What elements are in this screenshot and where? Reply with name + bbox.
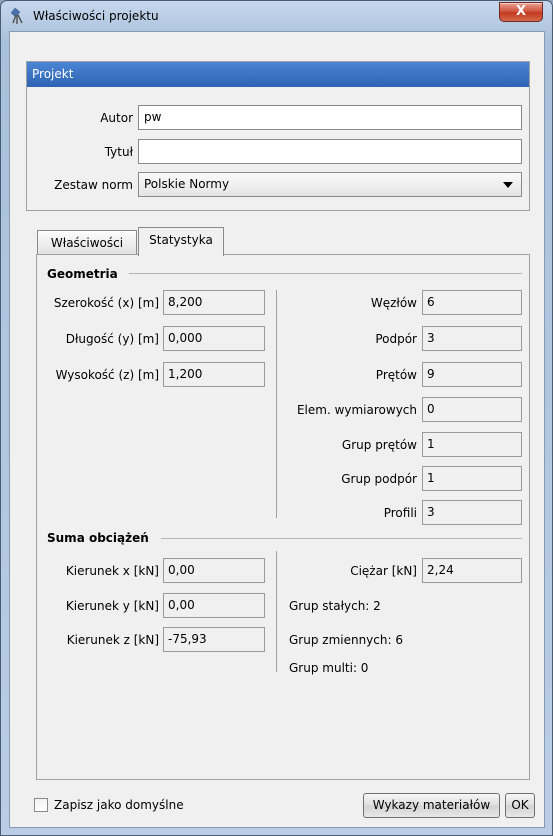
materials-button[interactable]: Wykazy materiałów xyxy=(363,793,500,818)
load-x-label: Kierunek x [kN] xyxy=(65,564,159,578)
width-label: Szerokość (x) [m] xyxy=(53,296,159,310)
width-value: 8,200 xyxy=(163,290,265,315)
load-y-label: Kierunek y [kN] xyxy=(65,599,159,613)
dialog-window: Właściwości projektu X Projekt Autor pw … xyxy=(0,0,553,836)
height-value: 1,200 xyxy=(163,362,265,387)
supports-value: 3 xyxy=(422,326,522,351)
weight-value: 2,24 xyxy=(422,558,522,583)
bar-groups-value: 1 xyxy=(422,432,522,457)
tab-statistics[interactable]: Statystyka xyxy=(138,227,224,256)
length-value: 0,000 xyxy=(163,326,265,351)
bars-label: Prętów xyxy=(375,368,417,382)
supports-label: Podpór xyxy=(375,332,417,346)
norms-select[interactable]: Polskie Normy xyxy=(138,172,522,197)
geometry-separator xyxy=(276,290,277,518)
variable-groups-text: Grup zmiennych: 6 xyxy=(289,633,403,647)
load-z-value: -75,93 xyxy=(163,627,265,652)
title-input[interactable] xyxy=(138,139,522,164)
load-x-value: 0,00 xyxy=(163,558,265,583)
multi-groups-text: Grup multi: 0 xyxy=(289,661,369,675)
profiles-value: 3 xyxy=(422,500,522,525)
close-button[interactable]: X xyxy=(499,2,543,22)
permanent-groups-text: Grup stałych: 2 xyxy=(289,599,381,613)
bars-value: 9 xyxy=(422,362,522,387)
tab-properties[interactable]: Właściwości xyxy=(37,230,137,255)
app-icon xyxy=(10,7,23,24)
bar-groups-label: Grup prętów xyxy=(341,438,417,452)
loads-separator xyxy=(276,551,277,672)
save-as-default-checkbox[interactable] xyxy=(34,798,48,812)
chevron-down-icon xyxy=(503,182,513,188)
dimension-elements-label: Elem. wymiarowych xyxy=(296,403,417,417)
support-groups-label: Grup podpór xyxy=(341,472,417,486)
save-as-default-label[interactable]: Zapisz jako domyślne xyxy=(54,798,184,812)
project-panel-header: Projekt xyxy=(27,62,529,87)
nodes-label: Węzłów xyxy=(370,296,417,310)
geometry-group-title: Geometria xyxy=(47,267,118,281)
title-label: Tytuł xyxy=(104,145,133,159)
loads-group-title: Suma obciążeń xyxy=(47,531,149,545)
author-label: Autor xyxy=(100,111,133,125)
geometry-group-line xyxy=(129,273,522,274)
load-y-value: 0,00 xyxy=(163,593,265,618)
author-input[interactable]: pw xyxy=(138,105,522,130)
norms-label: Zestaw norm xyxy=(54,178,133,192)
load-z-label: Kierunek z [kN] xyxy=(66,633,159,647)
length-label: Długość (y) [m] xyxy=(65,332,159,346)
profiles-label: Profili xyxy=(383,506,417,520)
nodes-value: 6 xyxy=(422,290,522,315)
weight-label: Ciężar [kN] xyxy=(350,564,417,578)
dimension-elements-value: 0 xyxy=(422,397,522,422)
norms-select-value: Polskie Normy xyxy=(144,177,230,191)
window-title: Właściwości projektu xyxy=(33,9,159,23)
loads-group-line xyxy=(161,538,522,539)
title-bar[interactable]: Właściwości projektu X xyxy=(1,1,552,31)
support-groups-value: 1 xyxy=(422,466,522,491)
ok-button[interactable]: OK xyxy=(505,793,535,818)
height-label: Wysokość (z) [m] xyxy=(55,368,159,382)
